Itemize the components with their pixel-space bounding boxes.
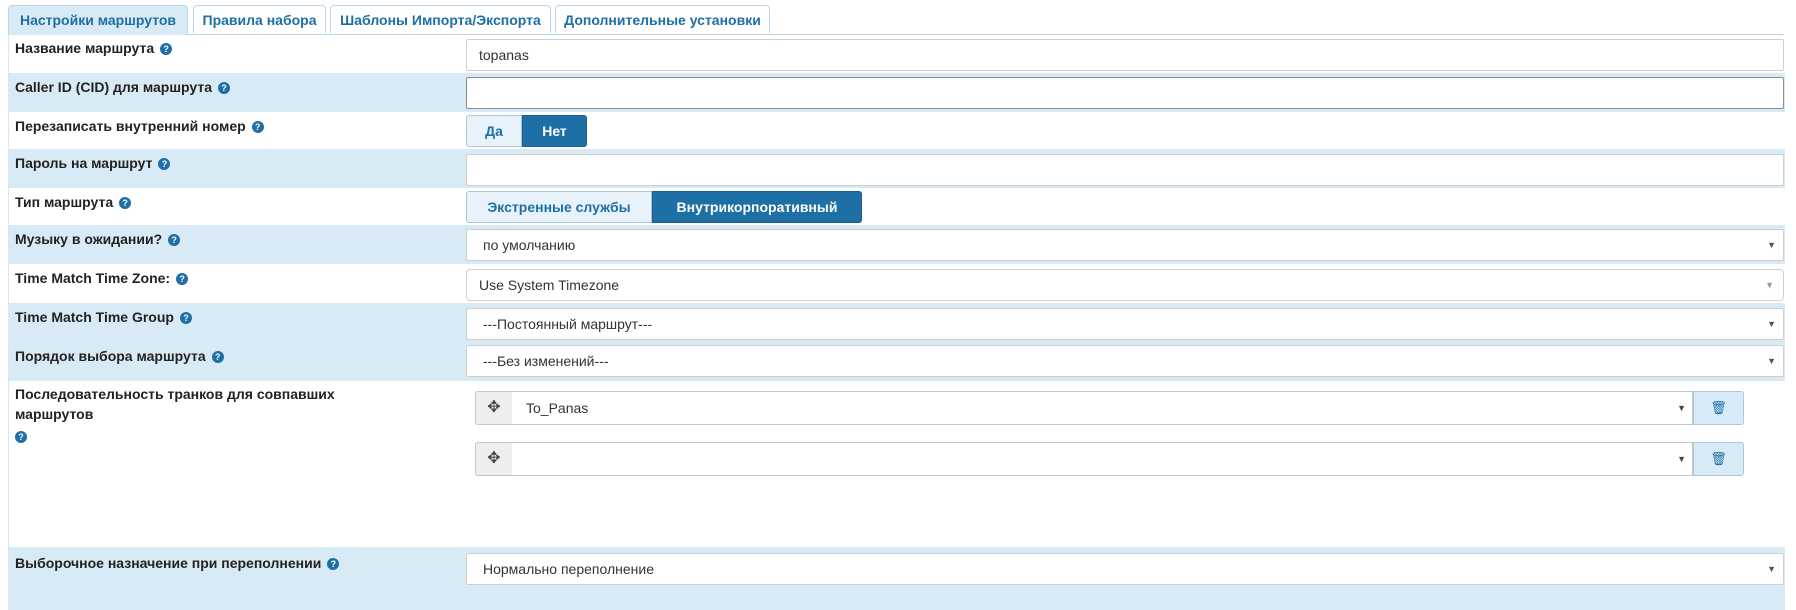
trunk-row: ✥ To_Panas ▼ 🗑 bbox=[475, 391, 1744, 425]
question-circle-icon[interactable]: ? bbox=[211, 351, 224, 364]
route-password-input[interactable] bbox=[466, 154, 1784, 186]
route-type-intracompany-button[interactable]: Внутрикорпоративный bbox=[652, 191, 862, 223]
row-trunk-sequence: Последовательность транков для совпавших… bbox=[9, 381, 1785, 530]
route-position-value: ---Без изменений--- bbox=[483, 353, 609, 369]
question-circle-icon[interactable]: ? bbox=[251, 121, 264, 134]
route-name-label: Название маршрута bbox=[15, 40, 155, 56]
route-position-label: Порядок выбора маршрута bbox=[15, 348, 206, 364]
time-group-select[interactable]: ---Постоянный маршрут--- ▼ bbox=[466, 308, 1784, 340]
row-music-on-hold: Музыку в ожидании?? по умолчанию ▼ bbox=[9, 225, 1785, 264]
time-zone-value: Use System Timezone bbox=[479, 277, 620, 293]
row-time-group: Time Match Time Group? ---Постоянный мар… bbox=[9, 303, 1785, 342]
tab-additional-settings[interactable]: Дополнительные установки bbox=[555, 5, 770, 33]
route-name-input[interactable]: topanas bbox=[466, 39, 1784, 71]
route-position-select[interactable]: ---Без изменений--- ▼ bbox=[466, 345, 1784, 377]
row-route-position: Порядок выбора маршрута? ---Без изменени… bbox=[9, 342, 1785, 381]
question-circle-icon[interactable]: ? bbox=[160, 43, 173, 56]
overflow-destination-select[interactable]: Нормально переполнение ▼ bbox=[466, 553, 1784, 585]
row-route-name: Название маршрута? topanas bbox=[9, 34, 1785, 73]
question-circle-icon[interactable]: ? bbox=[179, 312, 192, 325]
overflow-destination-label: Выборочное назначение при переполнении bbox=[15, 555, 322, 571]
question-circle-icon[interactable]: ? bbox=[218, 82, 230, 95]
caller-id-label: Caller ID (CID) для маршрута bbox=[15, 79, 212, 95]
question-circle-icon[interactable]: ? bbox=[176, 273, 189, 286]
route-settings-form: Название маршрута? topanas Caller ID (CI… bbox=[8, 34, 1785, 610]
trunk-select[interactable]: ▼ bbox=[512, 442, 1693, 476]
caret-down-icon: ▼ bbox=[1767, 240, 1776, 250]
row-time-zone: Time Match Time Zone:? Use System Timezo… bbox=[9, 264, 1785, 303]
tab-bar: Настройки маршрутов Правила набора Шабло… bbox=[8, 4, 1784, 35]
music-on-hold-select[interactable]: по умолчанию ▼ bbox=[466, 229, 1784, 261]
caret-down-icon: ▼ bbox=[1767, 319, 1776, 329]
time-group-label: Time Match Time Group bbox=[15, 309, 174, 325]
row-route-password: Пароль на маршрут? bbox=[9, 149, 1785, 188]
caret-down-icon: ▼ bbox=[1765, 280, 1774, 290]
trunk-select[interactable]: To_Panas ▼ bbox=[512, 391, 1693, 425]
override-no-button[interactable]: Нет bbox=[522, 115, 587, 147]
question-circle-icon[interactable]: ? bbox=[15, 431, 27, 444]
overflow-destination-value: Нормально переполнение bbox=[483, 561, 654, 577]
trash-icon[interactable]: 🗑 bbox=[1693, 442, 1744, 476]
caret-down-icon: ▼ bbox=[1677, 454, 1686, 464]
time-zone-label: Time Match Time Zone: bbox=[15, 270, 171, 286]
caller-id-input[interactable] bbox=[466, 77, 1784, 109]
override-extension-label: Перезаписать внутренний номер bbox=[15, 118, 246, 134]
route-type-emergency-button[interactable]: Экстренные службы bbox=[466, 191, 652, 223]
trunk-row: ✥ ▼ 🗑 bbox=[475, 442, 1744, 476]
trunk-select-value: To_Panas bbox=[526, 400, 589, 416]
override-extension-toggle: Да Нет bbox=[466, 115, 587, 147]
move-arrows-icon[interactable]: ✥ bbox=[475, 442, 513, 476]
row-caller-id: Caller ID (CID) для маршрута? bbox=[9, 73, 1785, 112]
tab-dial-patterns[interactable]: Правила набора bbox=[193, 5, 326, 33]
tab-route-settings[interactable]: Настройки маршрутов bbox=[8, 5, 188, 35]
time-group-value: ---Постоянный маршрут--- bbox=[483, 316, 653, 332]
trash-icon[interactable]: 🗑 bbox=[1693, 391, 1744, 425]
question-circle-icon[interactable]: ? bbox=[119, 197, 132, 210]
move-arrows-icon[interactable]: ✥ bbox=[475, 391, 513, 425]
music-on-hold-value: по умолчанию bbox=[483, 237, 576, 253]
route-type-label: Тип маршрута bbox=[15, 194, 114, 210]
caret-down-icon: ▼ bbox=[1767, 356, 1776, 366]
time-zone-select[interactable]: Use System Timezone ▼ bbox=[466, 269, 1784, 301]
question-circle-icon[interactable]: ? bbox=[327, 558, 340, 571]
caret-down-icon: ▼ bbox=[1677, 403, 1686, 413]
override-yes-button[interactable]: Да bbox=[466, 115, 522, 147]
row-override-extension: Перезаписать внутренний номер? Да Нет bbox=[9, 112, 1785, 149]
trunk-sequence-label-line2: маршрутов bbox=[15, 406, 94, 422]
tab-import-export[interactable]: Шаблоны Импорта/Экспорта bbox=[330, 5, 551, 33]
caret-down-icon: ▼ bbox=[1767, 564, 1776, 574]
row-overflow-destination: Выборочное назначение при переполнении? … bbox=[9, 547, 1785, 610]
route-type-toggle: Экстренные службы Внутрикорпоративный bbox=[466, 191, 862, 223]
route-password-label: Пароль на маршрут bbox=[15, 155, 153, 171]
trunk-sequence-label-line1: Последовательность транков для совпавших bbox=[15, 386, 335, 402]
question-circle-icon[interactable]: ? bbox=[168, 234, 181, 247]
question-circle-icon[interactable]: ? bbox=[158, 158, 171, 171]
music-on-hold-label: Музыку в ожидании? bbox=[15, 231, 163, 247]
row-route-type: Тип маршрута? Экстренные службы Внутрико… bbox=[9, 188, 1785, 225]
